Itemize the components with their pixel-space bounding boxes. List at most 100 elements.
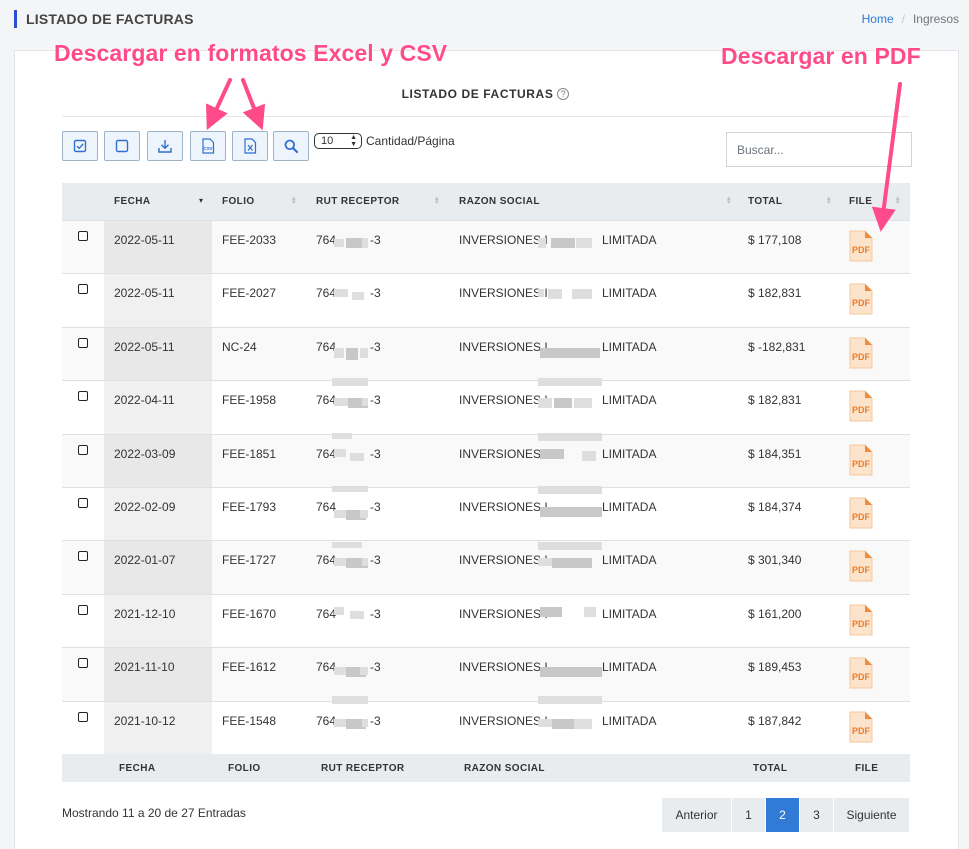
page-title: LISTADO DE FACTURAS <box>14 10 194 28</box>
pdf-download-icon[interactable]: PDF <box>849 711 873 748</box>
pdf-icon-label: PDF <box>852 245 871 255</box>
redacted-razon-social <box>538 398 552 409</box>
table-row[interactable]: 2022-05-11 NC-24 764 -3 INVERSIONES I LIMITAD… <box>62 326 910 386</box>
pdf-download-icon[interactable]: PDF <box>849 550 873 587</box>
redacted-rut <box>352 292 364 301</box>
excel-button[interactable] <box>232 131 268 161</box>
row-checkbox[interactable] <box>78 551 88 562</box>
row-checkbox[interactable] <box>78 391 88 402</box>
pdf-download-icon[interactable]: PDF <box>849 604 873 641</box>
pdf-download-icon[interactable]: PDF <box>849 230 873 267</box>
pagination-page-3[interactable]: 3 <box>800 798 834 832</box>
redacted-rut <box>334 289 348 298</box>
cell-fecha: 2021-11-10 <box>114 660 175 675</box>
pdf-download-icon[interactable]: PDF <box>849 444 873 481</box>
cell-rut-suffix: -3 <box>370 446 381 461</box>
page-size-label: Cantidad/Página <box>366 134 455 148</box>
select-arrows-icon: ▲ ▼ <box>350 134 357 148</box>
download-button[interactable] <box>147 131 183 161</box>
table-row[interactable]: 2021-10-12 FEE-1548 764 -3 INVERSIONES I LIMI… <box>62 700 910 754</box>
pagination-page-2[interactable]: 2 <box>766 798 800 832</box>
redacted-rut <box>332 542 362 549</box>
pdf-download-icon[interactable]: PDF <box>849 283 873 320</box>
cell-razon-suffix: LIMITADA <box>602 339 657 354</box>
pagination-next[interactable]: Siguiente <box>834 798 910 832</box>
cell-razon-prefix: INVERSIONES I <box>459 446 548 461</box>
row-checkbox[interactable] <box>78 497 88 508</box>
table-row[interactable]: 2022-01-07 FEE-1727 764 -3 INVERSIONES I LIMI… <box>62 540 910 594</box>
col-razon-social[interactable]: RAZON SOCIAL <box>459 183 540 220</box>
redacted-razon-social <box>572 289 592 300</box>
table-row[interactable]: 2022-05-11 FEE-2027 764 -3 INVERSIONES I LIMI… <box>62 273 910 327</box>
redacted-rut <box>334 239 344 247</box>
cell-folio: FEE-2033 <box>222 233 277 247</box>
table-row[interactable]: 2022-03-09 FEE-1851 764 -3 INVERSIONES I LIMI… <box>62 432 910 487</box>
cell-razon-prefix: INVERSIONES I <box>459 553 548 568</box>
annotation-pdf: Descargar en PDF <box>721 43 921 69</box>
cell-total: $ -182,831 <box>748 339 806 354</box>
pdf-icon-label: PDF <box>852 619 871 629</box>
col-rut-receptor[interactable]: RUT RECEPTOR <box>316 183 400 220</box>
table-row[interactable]: 2022-02-09 FEE-1793 764 -3 INVERSIONES I LIMI… <box>62 485 910 541</box>
row-checkbox[interactable] <box>78 711 88 722</box>
foot-col-fecha: FECHA <box>119 762 156 774</box>
redacted-razon-social <box>540 347 600 358</box>
table-row[interactable]: 2021-12-10 FEE-1670 764 -3 INVERSIONES I LIMI… <box>62 593 910 648</box>
row-checkbox[interactable] <box>78 658 88 669</box>
redacted-razon-social <box>540 606 562 617</box>
col-folio[interactable]: FOLIO <box>222 183 255 220</box>
table-row[interactable]: 2021-11-10 FEE-1612 764 -3 INVERSIONES I LIMI… <box>62 647 910 705</box>
svg-text:CSV: CSV <box>203 146 212 151</box>
cell-rut-suffix: -3 <box>370 713 381 728</box>
csv-button[interactable]: CSV <box>190 131 226 161</box>
breadcrumb-home-link[interactable]: Home <box>862 12 894 26</box>
pagination-page-1[interactable]: 1 <box>732 798 766 832</box>
redacted-rut <box>334 448 346 457</box>
cell-rut-suffix: -3 <box>370 606 381 621</box>
col-fecha[interactable]: FECHA <box>114 183 150 220</box>
redacted-razon-social <box>552 558 592 569</box>
search-button[interactable] <box>273 131 309 161</box>
sort-desc-icon: ▾ <box>199 196 204 205</box>
page-header: LISTADO DE FACTURAS Home / Ingresos <box>14 10 959 32</box>
pdf-download-icon[interactable]: PDF <box>849 497 873 534</box>
select-all-button[interactable] <box>62 131 98 161</box>
table-row[interactable]: 2022-05-11 FEE-2033 764 -3 INVERSIONES I LIMI… <box>62 220 910 274</box>
cell-razon-prefix: INVERSIONES I <box>459 233 548 247</box>
download-icon <box>158 140 172 153</box>
cell-folio: FEE-1548 <box>222 713 277 728</box>
row-checkbox[interactable] <box>78 231 88 241</box>
col-file[interactable]: FILE <box>849 183 872 220</box>
redacted-rut <box>360 667 368 676</box>
row-checkbox[interactable] <box>78 337 88 348</box>
cell-razon-suffix: LIMITADA <box>602 393 657 408</box>
cell-razon-prefix: INVERSIONES I <box>459 499 548 514</box>
redacted-razon-social <box>551 238 575 248</box>
table-row[interactable]: 2022-04-11 FEE-1958 764 -3 INVERSIONES I LIMI… <box>62 380 910 434</box>
table-header: FECHA ▾ FOLIO ▴ ▾ RUT RECEPTOR ▴ ▾ RAZON S… <box>62 183 910 220</box>
redacted-rut <box>332 485 368 492</box>
pdf-download-icon[interactable]: PDF <box>849 390 873 427</box>
pagination-prev[interactable]: Anterior <box>662 798 732 832</box>
help-icon[interactable]: ? <box>557 88 570 100</box>
pdf-download-icon[interactable]: PDF <box>849 337 873 374</box>
pdf-icon-label: PDF <box>852 726 871 736</box>
row-checkbox[interactable] <box>78 604 88 615</box>
row-checkbox[interactable] <box>78 284 88 295</box>
page-size-select[interactable]: 10 ▲ ▼ <box>314 133 362 149</box>
foot-col-folio: FOLIO <box>228 762 261 774</box>
cell-folio: FEE-1851 <box>222 446 277 461</box>
redacted-rut <box>360 347 368 358</box>
redacted-rut <box>334 718 346 727</box>
annotation-excel-csv: Descargar en formatos Excel y CSV <box>54 40 448 66</box>
redacted-razon-social <box>538 485 602 494</box>
search-input[interactable] <box>726 132 912 167</box>
sort-icon: ▴ ▾ <box>435 195 439 206</box>
date-column-bg <box>104 381 212 434</box>
row-checkbox[interactable] <box>78 444 88 455</box>
sort-icon: ▴ ▾ <box>292 195 296 206</box>
date-column-bg <box>104 648 212 701</box>
deselect-all-button[interactable] <box>104 131 140 161</box>
col-total[interactable]: TOTAL <box>748 183 782 220</box>
pdf-download-icon[interactable]: PDF <box>849 657 873 694</box>
